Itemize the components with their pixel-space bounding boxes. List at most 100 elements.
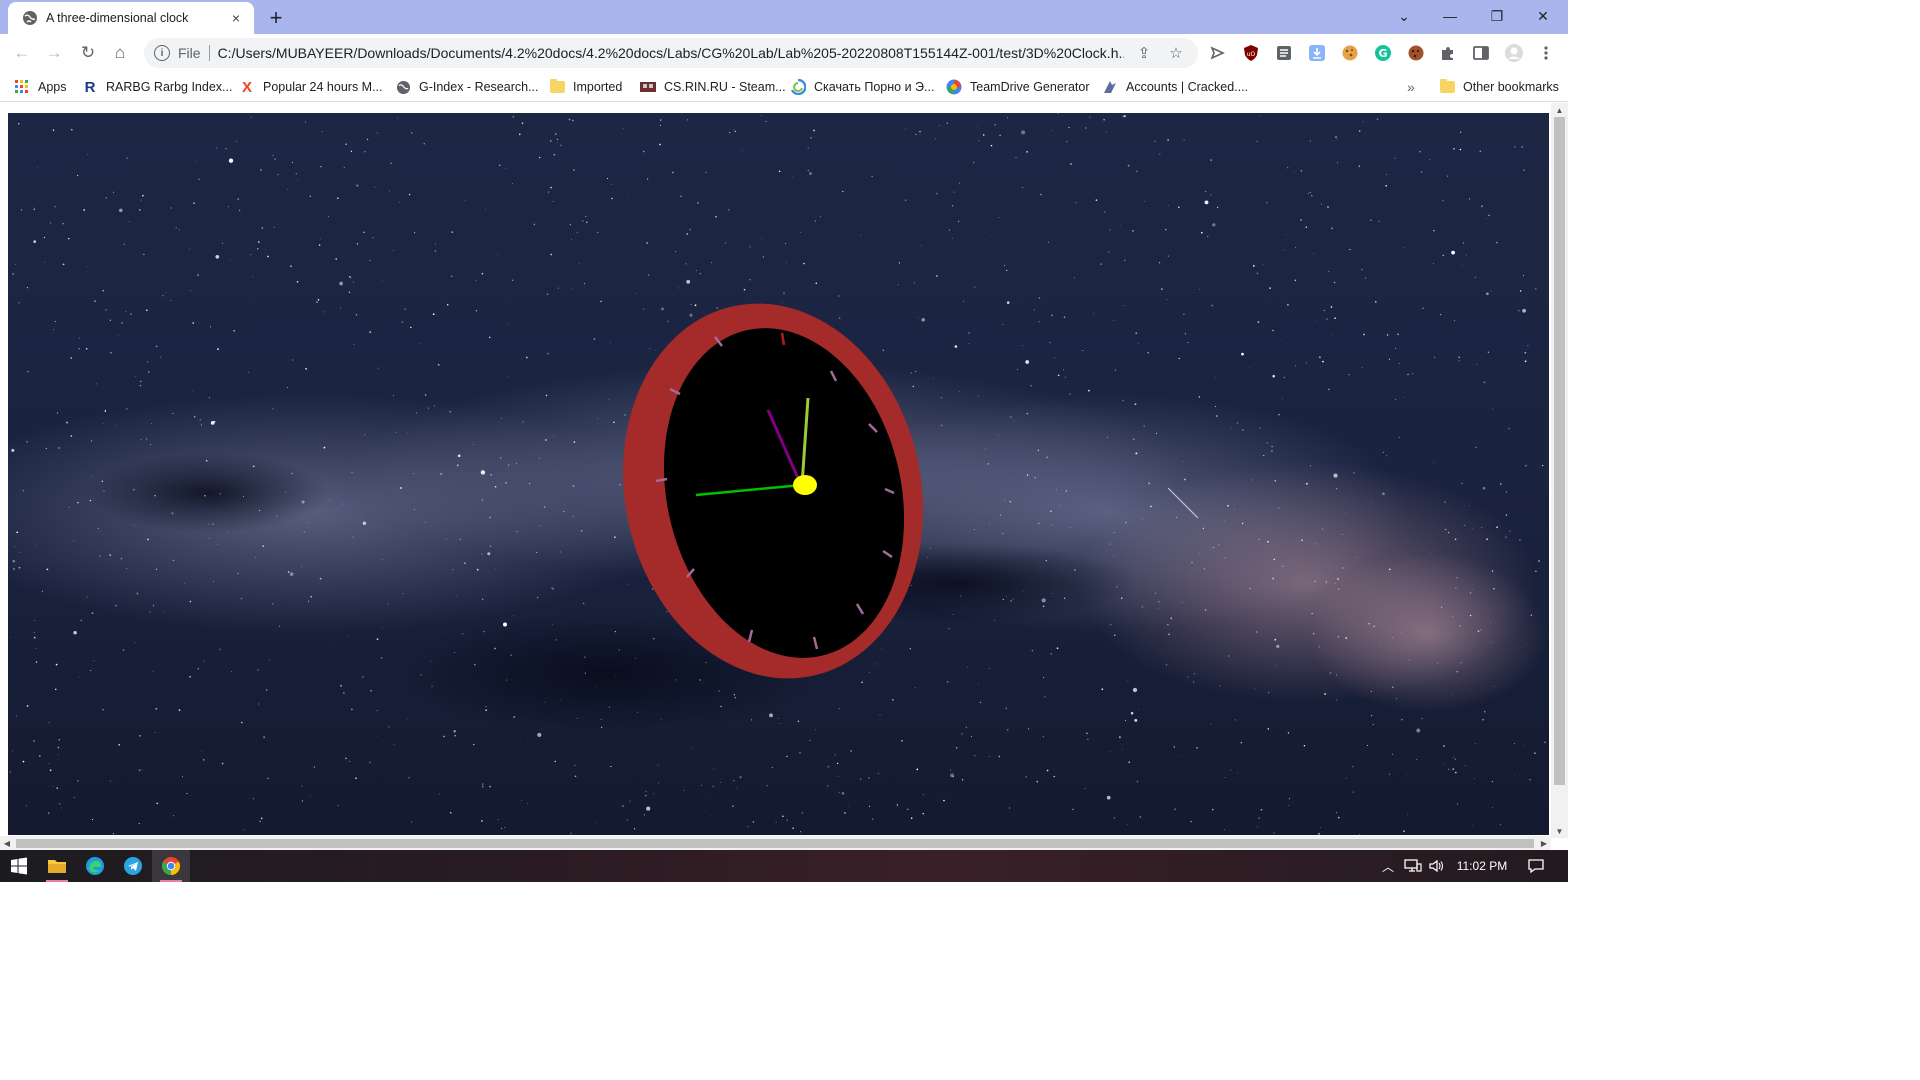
star [897,284,899,286]
chrome-menu-icon[interactable] [1535,42,1557,64]
star [184,583,185,585]
star [1499,824,1501,826]
star [560,144,562,146]
star [810,136,812,139]
download-extension-icon[interactable] [1306,42,1328,64]
scroll-down-arrow-icon[interactable]: ▼ [1551,824,1568,838]
send-tab-extension-icon[interactable] [1207,42,1229,64]
vertical-scroll-thumb[interactable] [1554,117,1565,785]
close-window-button[interactable]: ✕ [1520,0,1566,32]
address-bar[interactable]: i File C:/Users/MUBAYEER/Downloads/Docum… [144,38,1198,68]
bookmark-g-index[interactable]: G-Index - Research... [395,77,539,97]
x-site-icon: X [241,78,252,96]
bookmark-download-site[interactable]: Скачать Порно и Э... [790,77,934,97]
star [1544,741,1546,744]
other-bookmarks-folder[interactable]: Other bookmarks [1439,77,1559,97]
taskbar-chrome[interactable] [152,850,190,882]
bookmark-teamdrive-generator[interactable]: TeamDrive Generator [946,77,1090,97]
star [628,195,629,196]
network-icon [1404,859,1422,872]
star [1040,193,1042,196]
taskbar-clock[interactable]: 11:02 PM [1450,850,1514,882]
back-button[interactable]: ← [8,39,36,67]
bookmarks-overflow-button[interactable]: » [1407,77,1415,97]
horizontal-scroll-thumb[interactable] [16,839,1534,848]
tab-close-icon[interactable]: × [228,10,244,26]
star [126,408,128,410]
scroll-left-arrow-icon[interactable]: ◀ [0,836,14,850]
url-text[interactable]: C:/Users/MUBAYEER/Downloads/Documents/4.… [218,45,1124,61]
star [1010,416,1012,418]
star [1464,505,1465,507]
star [1327,206,1329,208]
star [258,509,261,512]
star [238,209,241,212]
browser-tab[interactable]: A three-dimensional clock × [8,2,254,34]
show-hidden-icons-button[interactable]: ︿ [1378,850,1398,882]
info-icon[interactable]: i [154,45,170,61]
start-button[interactable] [0,850,38,882]
star [1416,758,1418,760]
restore-button[interactable]: ❐ [1474,0,1520,32]
forward-button[interactable]: → [40,39,68,67]
star [1473,778,1475,779]
star [1392,686,1394,688]
star [162,295,164,297]
star [667,320,669,323]
network-tray-icon[interactable] [1402,850,1424,882]
star [1095,199,1098,201]
star [1329,672,1332,674]
horizontal-scrollbar[interactable]: ◀ ▶ [0,836,1551,850]
grammarly-icon[interactable]: G [1372,42,1394,64]
star [70,357,72,359]
star [1401,632,1403,633]
vertical-scrollbar[interactable]: ▲ ▼ [1551,103,1568,838]
star [1436,662,1438,664]
star [972,161,975,164]
bookmark-label: CS.RIN.RU - Steam... [664,80,786,94]
bookmark-rarbg[interactable]: R RARBG Rarbg Index... [82,77,233,97]
reader-extension-icon[interactable] [1273,42,1295,64]
star [1006,596,1008,597]
reload-button[interactable]: ↻ [74,39,102,67]
home-button[interactable]: ⌂ [106,39,134,67]
taskbar-edge[interactable] [76,850,114,882]
profile-avatar-icon[interactable] [1503,42,1525,64]
star [101,480,104,483]
taskbar-file-explorer[interactable] [38,850,76,882]
star [734,130,737,133]
scroll-right-arrow-icon[interactable]: ▶ [1537,836,1551,850]
side-panel-icon[interactable] [1470,42,1492,64]
webgl-canvas[interactable] [8,113,1549,835]
bookmark-popular-24-hours[interactable]: X Popular 24 hours M... [239,77,383,97]
star [868,805,871,807]
star [388,190,390,192]
bookmark-accounts-cracked[interactable]: Accounts | Cracked.... [1102,77,1248,97]
cookie-editor-icon[interactable] [1405,42,1427,64]
bookmark-apps[interactable]: Apps [14,77,67,97]
ublock-origin-icon[interactable]: uO [1240,42,1262,64]
tab-search-button[interactable]: ⌄ [1381,0,1427,32]
star [237,572,239,575]
taskbar-telegram[interactable] [114,850,152,882]
action-center-button[interactable] [1522,850,1550,882]
extensions-puzzle-icon[interactable] [1437,42,1459,64]
star [186,792,188,795]
star [340,307,341,309]
star [1471,528,1473,530]
bookmark-cs-rin[interactable]: CS.RIN.RU - Steam... [640,77,786,97]
star [687,119,689,121]
star [815,729,817,731]
bookmark-folder-imported[interactable]: Imported [549,77,622,97]
minimize-button[interactable]: — [1427,0,1473,32]
cookie-extension-icon[interactable] [1339,42,1361,64]
star [1006,729,1009,731]
star [785,262,787,264]
volume-tray-icon[interactable] [1426,850,1448,882]
bookmark-star-icon[interactable]: ☆ [1164,41,1188,65]
share-icon[interactable]: ⇪ [1132,41,1156,65]
star [913,282,916,284]
scroll-up-arrow-icon[interactable]: ▲ [1551,103,1568,117]
new-tab-button[interactable]: + [264,5,288,30]
star [1271,450,1273,452]
